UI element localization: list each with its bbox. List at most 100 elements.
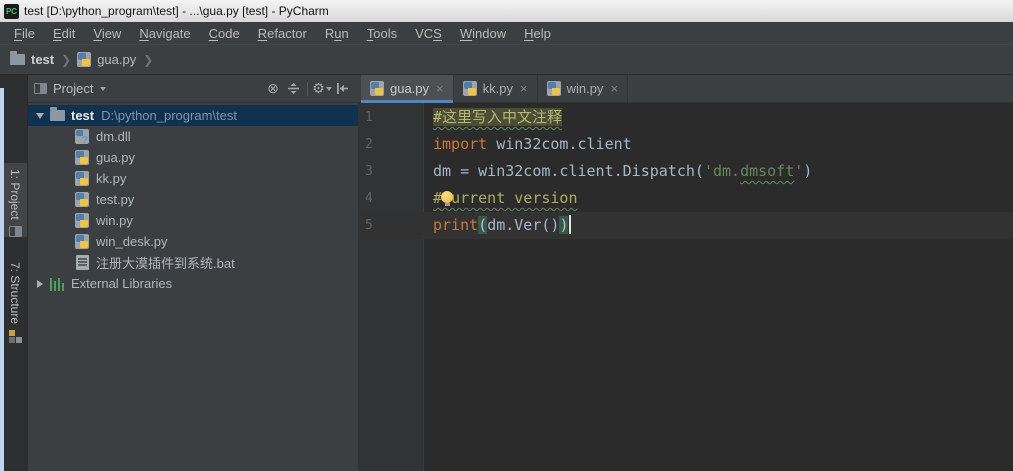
- tab-close-icon[interactable]: ×: [436, 81, 444, 96]
- code-token: win32com.client: [487, 135, 632, 153]
- code-token: ): [803, 162, 812, 180]
- menu-item-file[interactable]: File: [5, 22, 44, 45]
- editor-tab-bar: gua.py×kk.py×win.py×: [358, 75, 1013, 103]
- window-title: test [D:\python_program\test] - ...\gua.…: [24, 4, 329, 18]
- code-token: print: [433, 216, 478, 234]
- code-token: import: [433, 135, 487, 153]
- python-icon: [72, 192, 92, 207]
- code-token: ): [559, 216, 568, 234]
- menu-item-edit[interactable]: Edit: [44, 22, 84, 45]
- code-line-5: 5print(dm.Ver()): [358, 212, 1013, 239]
- stripe-button-label: 1: Project: [8, 169, 22, 220]
- tree-row-win-desk-py[interactable]: win_desk.py: [28, 231, 358, 252]
- menu-item-window[interactable]: Window: [451, 22, 515, 45]
- stripe-button-1-project[interactable]: 1: Project: [3, 163, 27, 237]
- chevron-right-icon: ❯: [61, 53, 71, 67]
- python-file-icon: [77, 52, 91, 67]
- tree-row-win-py[interactable]: win.py: [28, 210, 358, 231]
- line-number[interactable]: 2: [358, 131, 425, 158]
- code-token: 'dm.: [704, 162, 740, 180]
- folder-icon: [10, 54, 25, 65]
- menu-item-code[interactable]: Code: [200, 22, 249, 45]
- menu-item-vcs[interactable]: VCS: [406, 22, 451, 45]
- tree-row-external-libraries[interactable]: External Libraries: [28, 273, 358, 294]
- intention-bulb-icon[interactable]: [441, 191, 453, 203]
- title-bar: PC test [D:\python_program\test] - ...\g…: [0, 0, 1013, 22]
- tree-row-kk-py[interactable]: kk.py: [28, 168, 358, 189]
- stripe-button-label: 7: Structure: [8, 262, 22, 324]
- libraries-icon: [47, 277, 67, 291]
- code-token: (: [478, 216, 487, 234]
- python-icon: [72, 213, 92, 228]
- python-icon: [72, 150, 92, 165]
- stripe-button-7-structure[interactable]: 7: Structure: [3, 256, 27, 343]
- python-icon: [72, 234, 92, 249]
- unknown-icon: [72, 129, 92, 144]
- menu-item-run[interactable]: Run: [316, 22, 358, 45]
- code-line-3: 3dm = win32com.client.Dispatch('dm.dmsof…: [358, 158, 1013, 185]
- menu-item-help[interactable]: Help: [515, 22, 560, 45]
- menu-item-view[interactable]: View: [84, 22, 130, 45]
- tree-item-label: dm.dll: [96, 129, 131, 144]
- breadcrumb-label: gua.py: [97, 52, 136, 67]
- breadcrumb-item-gua-py[interactable]: gua.py: [77, 52, 136, 67]
- tree-row-test[interactable]: testD:\python_program\test: [28, 105, 358, 126]
- hide-panel-icon[interactable]: [332, 80, 352, 98]
- tab-close-icon[interactable]: ×: [610, 81, 618, 96]
- tree-item-label: test: [71, 108, 94, 123]
- project-tool-window: Project ⊗ ⚙ testD:\python_pr: [27, 75, 358, 471]
- python-file-icon: [463, 81, 477, 96]
- tree-item-label: kk.py: [96, 171, 126, 186]
- breadcrumb-item-test[interactable]: test: [10, 52, 54, 67]
- expand-right-icon[interactable]: [33, 280, 47, 288]
- menu-bar: FileEditViewNavigateCodeRefactorRunTools…: [0, 22, 1013, 45]
- text-icon: [72, 255, 92, 270]
- tree-row-dm-dll[interactable]: dm.dll: [28, 126, 358, 147]
- tree-row-注册大漠插件到系统-bat[interactable]: 注册大漠插件到系统.bat: [28, 252, 358, 273]
- tree-row-gua-py[interactable]: gua.py: [28, 147, 358, 168]
- python-file-icon: [547, 81, 561, 96]
- project-tree: testD:\python_program\test dm.dll gua.py kk…: [28, 103, 358, 294]
- text-caret: [569, 215, 571, 234]
- menu-item-navigate[interactable]: Navigate: [130, 22, 199, 45]
- line-number[interactable]: 5: [358, 212, 425, 239]
- tree-row-test-py[interactable]: test.py: [28, 189, 358, 210]
- tool-window-stripe: 1: Project 7: Structure: [0, 75, 27, 471]
- structure-tool-icon: [9, 330, 22, 343]
- code-line-1: 1 #这里写入中文注释: [358, 104, 1013, 131]
- line-number[interactable]: 1: [358, 104, 425, 131]
- code-text[interactable]: import win32com.client: [425, 131, 632, 158]
- expand-down-icon[interactable]: [33, 113, 47, 119]
- tree-item-label: win.py: [96, 213, 133, 228]
- tree-item-label: win_desk.py: [96, 234, 168, 249]
- code-token: #这里写入中文注释: [433, 108, 562, 126]
- code-text[interactable]: #current version: [425, 185, 578, 212]
- code-text[interactable]: dm = win32com.client.Dispatch('dm.dmsoft…: [425, 158, 812, 185]
- project-panel-title[interactable]: Project: [53, 81, 93, 96]
- pycharm-logo-icon: PC: [4, 4, 19, 19]
- project-panel-header: Project ⊗ ⚙: [28, 75, 358, 103]
- tab-gua-py[interactable]: gua.py ×: [361, 75, 454, 102]
- python-icon: [72, 171, 92, 186]
- code-text[interactable]: print(dm.Ver()): [425, 212, 571, 239]
- code-editor[interactable]: 1#这里写入中文注释2import win32com.client3dm = w…: [358, 103, 1013, 471]
- menu-item-refactor[interactable]: Refactor: [249, 22, 316, 45]
- tab-kk-py[interactable]: kk.py×: [454, 75, 538, 102]
- line-number[interactable]: 4: [358, 185, 425, 212]
- tree-item-label: 注册大漠插件到系统.bat: [96, 253, 235, 272]
- line-number[interactable]: 3: [358, 158, 425, 185]
- tab-close-icon[interactable]: ×: [520, 81, 528, 96]
- locate-icon[interactable]: ⊗: [263, 80, 283, 98]
- collapse-all-icon[interactable]: [283, 80, 303, 98]
- settings-gear-icon[interactable]: ⚙: [312, 80, 332, 98]
- code-text[interactable]: #这里写入中文注释: [425, 104, 562, 131]
- editor-area: gua.py×kk.py×win.py× 1#这里写入中文注释2import w…: [358, 75, 1013, 471]
- dropdown-arrow-icon[interactable]: [100, 87, 106, 91]
- code-token: ': [794, 162, 803, 180]
- tab-label: gua.py: [390, 81, 429, 96]
- menu-item-tools[interactable]: Tools: [358, 22, 406, 45]
- code-line-2: 2import win32com.client: [358, 131, 1013, 158]
- code-token: dmsoft: [740, 162, 794, 180]
- tab-win-py[interactable]: win.py×: [538, 75, 628, 102]
- pycharm-window: PC test [D:\python_program\test] - ...\g…: [0, 0, 1013, 471]
